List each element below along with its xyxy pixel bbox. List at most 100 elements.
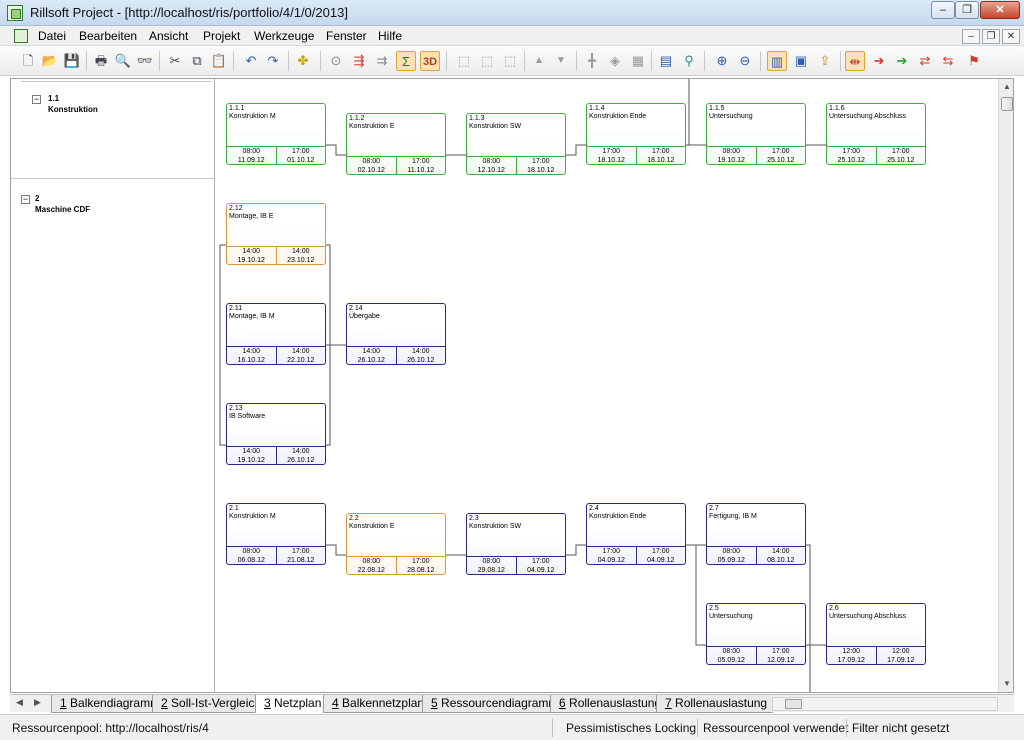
tab-rollenauslastung[interactable]: 6 Rollenauslastung bbox=[550, 695, 668, 713]
maximize-button[interactable]: ❐ bbox=[955, 1, 979, 19]
task-node[interactable]: 2.1 Konstruktion M 08:00 06.08.12 17:00 21.08… bbox=[226, 503, 326, 565]
menu-ansicht[interactable]: Ansicht bbox=[149, 29, 188, 43]
tab-balkendiagramm[interactable]: 1 Balkendiagramm bbox=[51, 695, 167, 713]
menu-bearbeiten[interactable]: Bearbeiten bbox=[79, 29, 137, 43]
save-icon[interactable]: 💾 bbox=[62, 51, 82, 71]
tab-scroll-right-icon[interactable]: ▶ bbox=[34, 697, 41, 708]
menu-projekt[interactable]: Projekt bbox=[203, 29, 240, 43]
task-node[interactable]: 2.3 Konstruktion SW 08:00 29.08.12 17:00 04.0… bbox=[466, 513, 566, 575]
tab-soll-ist-vergleich[interactable]: 2 Soll-Ist-Vergleich bbox=[152, 695, 268, 713]
minimize-button[interactable]: – bbox=[931, 1, 955, 19]
task-node[interactable]: 2.2 Konstruktion E 08:00 22.08.12 17:00 28.08… bbox=[346, 513, 446, 575]
task-end: 14:00 23.10.12 bbox=[277, 247, 326, 264]
mdi-minimize-button[interactable]: – bbox=[962, 29, 980, 44]
task-node[interactable]: 2.14 Übergabe 14:00 26.10.12 14:00 26.10.12 bbox=[346, 303, 446, 365]
task-node[interactable]: 2.13 IB Software 14:00 19.10.12 14:00 26.10.1… bbox=[226, 403, 326, 465]
scroll-up-icon[interactable]: ▲ bbox=[999, 79, 1013, 95]
close-button[interactable]: ✕ bbox=[980, 1, 1020, 19]
tab-rollenauslastung-2[interactable]: 7 Rollenauslastung bbox=[656, 695, 774, 713]
group-divider bbox=[21, 81, 211, 82]
task-end: 17:00 21.08.12 bbox=[277, 547, 326, 564]
menu-datei[interactable]: Datei bbox=[38, 29, 66, 43]
filter-icon[interactable]: ⚲ bbox=[679, 51, 699, 71]
redo-icon[interactable]: ↷ bbox=[263, 51, 283, 71]
arrow-right-red-icon[interactable]: ➜ bbox=[869, 51, 889, 71]
new-document-icon[interactable]: 🗋 bbox=[18, 51, 38, 71]
arrow-swap-icon[interactable]: ⇄ bbox=[915, 51, 935, 71]
link-finish-finish-icon[interactable]: ⬚ bbox=[500, 51, 520, 71]
layout-network-icon[interactable]: ▥ bbox=[767, 51, 787, 71]
critical-path-icon[interactable]: ⇶ bbox=[349, 51, 369, 71]
menu-fenster[interactable]: Fenster bbox=[326, 29, 367, 43]
view-tabs: ◀ ▶ 1 Balkendiagramm 2 Soll-Ist-Vergleic… bbox=[10, 694, 1014, 713]
tab-ressourcendiagramm[interactable]: 5 Ressourcendiagramm bbox=[422, 695, 565, 713]
task-node[interactable]: 2.6 Untersuchung Abschluss 12:00 17.09.12 12… bbox=[826, 603, 926, 665]
undo-icon[interactable]: ↶ bbox=[241, 51, 261, 71]
tab-balkennetzplan[interactable]: 4 Balkennetzplan bbox=[323, 695, 431, 713]
collapse-toggle[interactable]: − bbox=[21, 195, 30, 204]
open-folder-icon[interactable]: 📂 bbox=[40, 51, 60, 71]
document-icon[interactable] bbox=[14, 29, 28, 43]
end-date: 04.09.12 bbox=[527, 567, 555, 574]
scroll-thumb[interactable] bbox=[785, 699, 802, 709]
task-dates: 08:00 22.08.12 17:00 28.08.12 bbox=[347, 556, 445, 574]
scroll-thumb[interactable] bbox=[1001, 97, 1013, 111]
move-down-icon[interactable]: ▼ bbox=[551, 51, 571, 71]
mdi-restore-button[interactable]: ❐ bbox=[982, 29, 1000, 44]
timeline-icon[interactable]: ⊙ bbox=[326, 51, 346, 71]
tab-netzplan[interactable]: 3 Netzplan bbox=[255, 695, 328, 713]
vertical-scrollbar[interactable]: ▲ ▼ bbox=[998, 79, 1013, 692]
arrow-right-green-icon[interactable]: ➔ bbox=[892, 51, 912, 71]
menu-werkzeuge[interactable]: Werkzeuge bbox=[254, 29, 314, 43]
horizontal-scrollbar[interactable] bbox=[772, 697, 998, 711]
task-start: 08:00 05.09.12 bbox=[707, 647, 757, 664]
toolbar-separator bbox=[233, 51, 234, 71]
add-milestone-icon[interactable]: ◈ bbox=[605, 51, 625, 71]
add-task-icon[interactable]: ╋ bbox=[582, 51, 602, 71]
status-bar: Ressourcenpool: http://localhost/ris/4 P… bbox=[0, 714, 1024, 740]
menu-hilfe[interactable]: Hilfe bbox=[378, 29, 402, 43]
schedule-icon[interactable]: ⇉ bbox=[372, 51, 392, 71]
sigma-icon[interactable]: Σ bbox=[396, 51, 416, 71]
mdi-close-button[interactable]: ✕ bbox=[1002, 29, 1020, 44]
3d-icon[interactable]: 3D bbox=[420, 51, 440, 71]
export-icon[interactable]: ⇪ bbox=[815, 51, 835, 71]
paste-icon[interactable]: 📋 bbox=[209, 51, 229, 71]
task-node[interactable]: 1.1.5 Untersuchung 08:00 19.10.12 17:00 25.10… bbox=[706, 103, 806, 165]
add-subtask-icon[interactable]: ▦ bbox=[628, 51, 648, 71]
task-start: 14:00 16.10.12 bbox=[227, 347, 277, 364]
cut-icon[interactable]: ✂ bbox=[165, 51, 185, 71]
task-node[interactable]: 2.5 Untersuchung 08:00 05.09.12 17:00 12.09.1… bbox=[706, 603, 806, 665]
zoom-in-icon[interactable]: ⊕ bbox=[712, 51, 732, 71]
zoom-out-icon[interactable]: ⊖ bbox=[735, 51, 755, 71]
link-finish-start-icon[interactable]: ⬚ bbox=[454, 51, 474, 71]
scroll-down-icon[interactable]: ▼ bbox=[999, 676, 1013, 692]
find-icon[interactable]: 👓 bbox=[135, 51, 155, 71]
arrow-both-icon[interactable]: ⇆ bbox=[938, 51, 958, 71]
print-preview-icon[interactable]: 🔍 bbox=[113, 51, 133, 71]
task-node[interactable]: 2.11 Montage, IB M 14:00 16.10.12 14:00 22.10… bbox=[226, 303, 326, 365]
task-node[interactable]: 2.12 Montage, IB E 14:00 19.10.12 14:00 23.10… bbox=[226, 203, 326, 265]
move-up-icon[interactable]: ▲ bbox=[529, 51, 549, 71]
print-icon[interactable]: 🖶 bbox=[91, 51, 111, 71]
puzzle-icon[interactable]: ✤ bbox=[293, 51, 313, 71]
layout-grid-icon[interactable]: ▣ bbox=[791, 51, 811, 71]
group-name: Konstruktion bbox=[48, 105, 98, 114]
task-node[interactable]: 1.1.2 Konstruktion E 08:00 02.10.12 17:00 11.… bbox=[346, 113, 446, 175]
title-bar: Rillsoft Project - [http://localhost/ris… bbox=[0, 0, 1024, 26]
task-start: 14:00 26.10.12 bbox=[347, 347, 397, 364]
task-node[interactable]: 1.1.6 Untersuchung Abschluss 17:00 25.10.12… bbox=[826, 103, 926, 165]
tab-scroll-left-icon[interactable]: ◀ bbox=[16, 697, 23, 708]
align-center-icon[interactable]: ⇹ bbox=[845, 51, 865, 71]
outline-icon[interactable]: ▤ bbox=[656, 51, 676, 71]
link-start-start-icon[interactable]: ⬚ bbox=[477, 51, 497, 71]
toolbar-separator bbox=[86, 51, 87, 71]
collapse-toggle[interactable]: − bbox=[32, 95, 41, 104]
task-node[interactable]: 2.4 Konstruktion Ende 17:00 04.09.12 17:00 04… bbox=[586, 503, 686, 565]
task-node[interactable]: 1.1.3 Konstruktion SW 08:00 12.10.12 17:00 18… bbox=[466, 113, 566, 175]
flag-icon[interactable]: ⚑ bbox=[964, 51, 984, 71]
copy-icon[interactable]: ⧉ bbox=[187, 51, 207, 71]
task-node[interactable]: 2.7 Fertigung, IB M 08:00 05.09.12 14:00 08.1… bbox=[706, 503, 806, 565]
task-node[interactable]: 1.1.4 Konstruktion Ende 17:00 18.10.12 17:00… bbox=[586, 103, 686, 165]
task-node[interactable]: 1.1.1 Konstruktion M 08:00 11.09.12 17:00 01.… bbox=[226, 103, 326, 165]
